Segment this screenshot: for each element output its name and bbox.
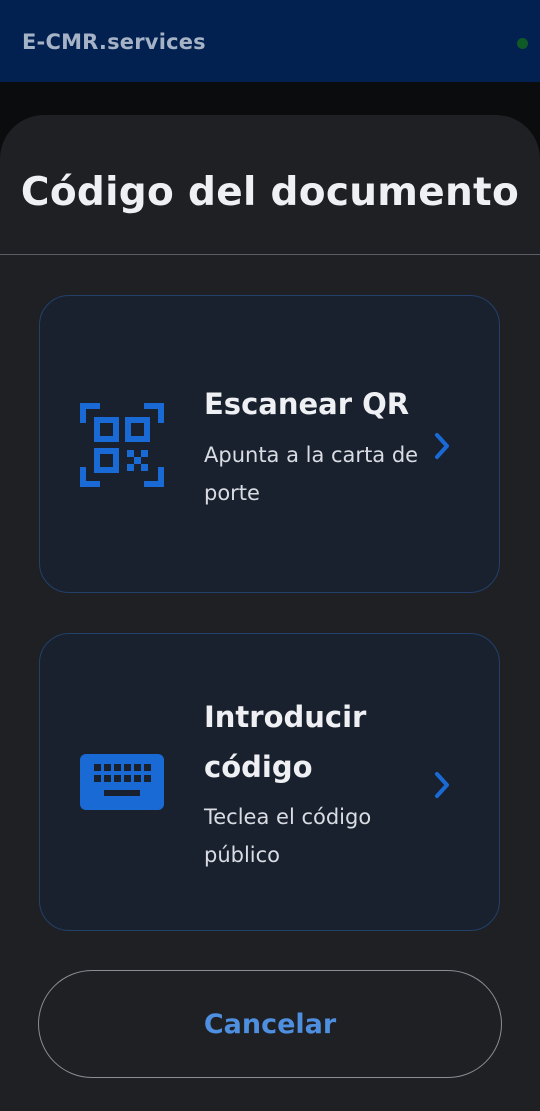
scan-qr-option[interactable]: Escanear QR Apunta a la carta de porte [39,295,500,593]
qr-code-icon [80,403,164,491]
chevron-right-icon [433,771,451,803]
bottom-sheet [0,115,540,1111]
app-title: E-CMR.services [22,30,206,54]
status-indicator-dot [517,38,528,49]
enter-code-title: Introducir código [204,700,367,784]
enter-code-option[interactable]: Introducir código Teclea el código públi… [39,633,500,931]
scan-qr-description: Apunta a la carta de porte [204,443,419,505]
cancel-button[interactable]: Cancelar [38,970,502,1078]
chevron-right-icon [433,432,451,464]
enter-code-description: Teclea el código público [204,805,372,867]
app-top-bar: E-CMR.services [0,0,540,82]
scan-qr-title: Escanear QR [204,387,410,421]
divider [0,254,540,255]
sheet-title: Código del documento [20,170,520,215]
keyboard-icon [80,752,164,816]
